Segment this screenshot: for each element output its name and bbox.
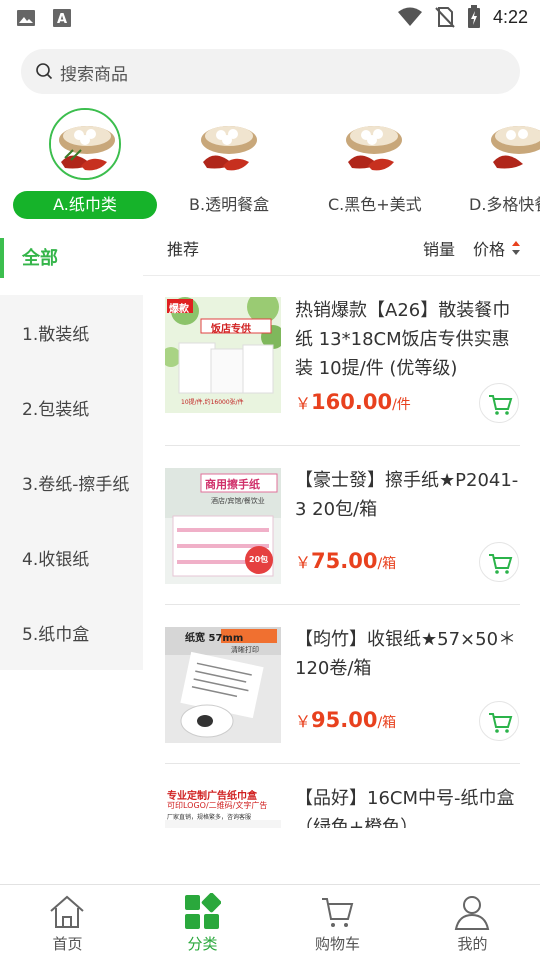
category-thumbnail (193, 110, 265, 182)
category-thumbnail (49, 108, 121, 180)
currency-symbol: ￥ (295, 553, 312, 572)
search-bar[interactable]: 搜索商品 (21, 49, 520, 94)
cart-icon (489, 554, 513, 574)
product-title: 【豪士發】擦手纸★P2041-3 20包/箱 (295, 470, 519, 520)
product-title: 【品好】16CM中号-纸巾盒（绿色+橙色） (295, 788, 515, 828)
product-card[interactable]: 商用擦手纸 酒店/宾馆/餐饮业 20包 【豪士發】擦手纸★P2041-3 20包… (143, 446, 540, 606)
svg-text:A: A (57, 12, 67, 27)
tab-home[interactable]: 首页 (0, 885, 135, 961)
image-banner-text: 商用擦手纸 (205, 478, 260, 491)
tab-label: 分类 (187, 935, 218, 953)
battery-charging-icon (467, 5, 480, 28)
sort-recommend[interactable]: 推荐 (167, 236, 199, 260)
text-notification-icon: A (53, 9, 71, 27)
search-placeholder: 搜索商品 (60, 65, 128, 85)
image-line3-text: 厂家直销，规格繁多，咨询客服 (167, 814, 252, 821)
sort-header: 推荐 销量 价格 (143, 230, 540, 276)
price-value: 75.00 (311, 549, 378, 573)
image-badge-text: 爆款 (169, 304, 189, 315)
product-image: 专业定制广告纸巾盒 可印LOGO/二维码/文字广告 厂家直销，规格繁多，咨询客服 (165, 786, 281, 828)
product-price: ￥160.00/件 (295, 390, 411, 414)
image-top-text: 纸宽 57mm (185, 633, 244, 644)
price-unit: /件 (392, 397, 411, 413)
price-unit: /箱 (377, 715, 397, 731)
product-card[interactable]: 爆款 饭店专供 10提/件,约16000张/件 热销爆款【A26】散装餐巾纸 1… (143, 276, 540, 446)
category-label: B.透明餐盒 (189, 195, 270, 214)
currency-symbol: ￥ (295, 712, 312, 731)
add-to-cart-button[interactable] (479, 383, 519, 423)
product-title: 热销爆款【A26】散装餐巾纸 13*18CM饭店专供实惠装 10提/件 (优等级… (295, 300, 511, 379)
active-indicator (0, 238, 4, 278)
image-banner-text: 饭店专供 (211, 324, 251, 335)
image-badge-text: 20包 (249, 555, 269, 564)
category-strip: A.纸巾类 B.透明餐盒 C.黑色+美式 D.多格快 (0, 100, 540, 225)
image-sub-text: 酒店/宾馆/餐饮业 (211, 497, 265, 505)
category-thumbnail (338, 110, 410, 182)
home-icon (50, 895, 84, 928)
product-image: 爆款 饭店专供 10提/件,约16000张/件 (165, 297, 281, 413)
sidebar-item-label: 全部 (22, 248, 58, 269)
category-label: D.多格快餐 (469, 195, 540, 214)
product-title: 【昀竹】收银纸★57×50＊120卷/箱 (295, 629, 517, 679)
user-icon (454, 896, 490, 930)
clock: 4:22 (492, 6, 528, 27)
status-bar: A 4:22 (0, 0, 540, 36)
price-value: 95.00 (311, 708, 378, 732)
image-line2-text: 可印LOGO/二维码/文字广告 (167, 801, 268, 810)
cart-icon (322, 898, 354, 927)
sort-price[interactable]: 价格 (473, 236, 505, 260)
tab-label: 首页 (52, 935, 83, 953)
product-card[interactable]: 纸宽 57mm 清晰打印 【昀竹】收银纸★57×50＊120卷/箱 ￥95.00… (143, 605, 540, 765)
product-card[interactable]: 专业定制广告纸巾盒 可印LOGO/二维码/文字广告 厂家直销，规格繁多，咨询客服… (143, 764, 540, 828)
sort-sales[interactable]: 销量 (423, 236, 455, 260)
category-label: A.纸巾类 (13, 191, 157, 219)
price-unit: /箱 (377, 556, 397, 572)
add-to-cart-button[interactable] (479, 701, 519, 741)
image-sub-text: 清晰打印 (231, 646, 259, 654)
tab-profile[interactable]: 我的 (405, 885, 540, 961)
wifi-icon (397, 7, 422, 26)
no-sim-icon (435, 7, 455, 28)
cart-icon (489, 713, 513, 733)
sidebar-item-all[interactable]: 全部 (0, 230, 143, 295)
image-foot-text: 10提/件,约16000张/件 (181, 399, 244, 406)
sidebar-item-receipt-paper[interactable]: 4.收银纸 (22, 545, 89, 570)
product-list: 爆款 饭店专供 10提/件,约16000张/件 热销爆款【A26】散装餐巾纸 1… (143, 276, 540, 828)
sort-arrows-icon[interactable] (511, 240, 521, 256)
category-label: C.黑色+美式 (328, 195, 422, 214)
category-icon (185, 893, 221, 929)
category-thumbnail (483, 110, 540, 182)
subcategory-sidebar: 全部 1.散装纸 2.包装纸 3.卷纸-擦手纸 4.收银纸 5.纸巾盒 (0, 230, 143, 670)
bottom-tab-bar: 首页 分类 购物车 我的 (0, 884, 540, 960)
product-price: ￥95.00/箱 (295, 708, 396, 732)
gallery-notification-icon (17, 10, 35, 26)
price-value: 160.00 (311, 390, 393, 414)
tab-cart[interactable]: 购物车 (270, 885, 405, 961)
tab-category[interactable]: 分类 (135, 885, 270, 961)
sidebar-item-bulk-napkin[interactable]: 1.散装纸 (22, 320, 89, 345)
product-image: 商用擦手纸 酒店/宾馆/餐饮业 20包 (165, 468, 281, 584)
cart-icon (489, 395, 513, 415)
search-icon (36, 63, 53, 80)
currency-symbol: ￥ (295, 394, 312, 413)
add-to-cart-button[interactable] (479, 542, 519, 582)
product-image: 纸宽 57mm 清晰打印 (165, 627, 281, 743)
tab-label: 我的 (457, 935, 488, 953)
product-price: ￥75.00/箱 (295, 549, 396, 573)
sidebar-item-packaged-napkin[interactable]: 2.包装纸 (22, 395, 89, 420)
tab-label: 购物车 (314, 935, 360, 953)
sidebar-item-roll-towel[interactable]: 3.卷纸-擦手纸 (22, 470, 129, 495)
sidebar-item-tissue-box[interactable]: 5.纸巾盒 (22, 620, 89, 645)
